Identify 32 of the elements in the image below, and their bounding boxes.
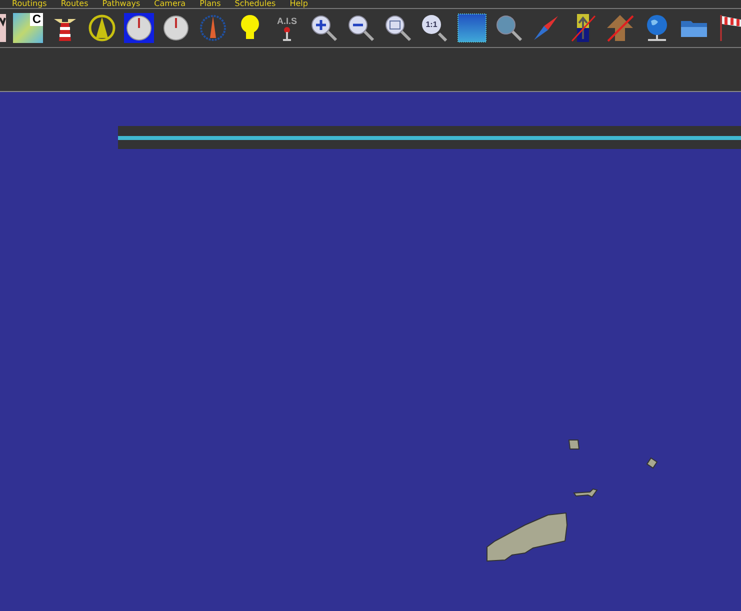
crossed-arrow-icon (605, 13, 635, 43)
menu-item[interactable]: Schedules (234, 0, 276, 8)
menu-item[interactable]: Routings (12, 0, 47, 8)
dial-icon (124, 13, 154, 43)
toolbar-button[interactable] (87, 13, 117, 43)
menu-item[interactable]: Camera (154, 0, 186, 8)
toolbar-button[interactable] (124, 13, 154, 43)
toolbar-button[interactable] (383, 13, 413, 43)
windsock-icon (719, 13, 741, 43)
menu-item[interactable]: Plans (200, 0, 221, 8)
toolbar-button[interactable] (161, 13, 191, 43)
compass-needle-icon (531, 13, 561, 43)
toolbar-button[interactable] (457, 13, 487, 43)
toolbar-button[interactable] (309, 13, 339, 43)
dial-icon (161, 13, 191, 43)
toolbar-button[interactable]: 1:1 (420, 13, 450, 43)
toolbar-button[interactable] (494, 13, 524, 43)
magnifier-icon (494, 13, 524, 43)
compass-icon (198, 13, 228, 43)
zoom-in-icon (309, 13, 339, 43)
square-icon (457, 13, 487, 43)
toolbar-button[interactable] (346, 13, 376, 43)
toolbar-button[interactable]: C (13, 13, 43, 43)
zoom-out-icon (346, 13, 376, 43)
menu-item[interactable]: Help (290, 0, 308, 8)
island (573, 488, 598, 498)
compass-icon (87, 13, 117, 43)
menu-item[interactable]: Pathways (102, 0, 140, 8)
island (568, 440, 580, 450)
menu-item[interactable]: Routes (60, 0, 88, 8)
magnifier-icon (383, 13, 413, 43)
island (646, 457, 658, 469)
